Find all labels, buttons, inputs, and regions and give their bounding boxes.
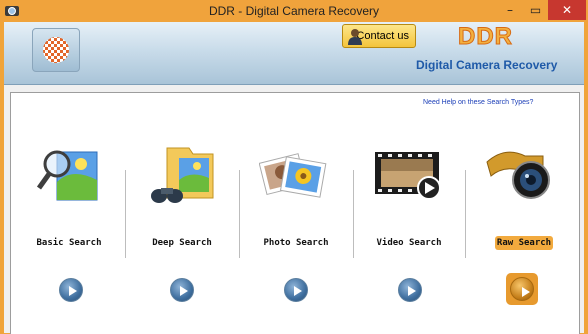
basic-search-play-button[interactable]	[57, 276, 85, 304]
help-link[interactable]: Need Help on these Search Types?	[423, 99, 533, 106]
deep-search-play-button[interactable]	[168, 276, 196, 304]
play-circle-icon	[510, 277, 534, 301]
divider	[353, 170, 354, 258]
play-circle-icon	[398, 278, 422, 302]
divider	[125, 170, 126, 258]
deep-search-label[interactable]: Deep Search	[128, 238, 236, 248]
maximize-button[interactable]: ▭	[523, 0, 548, 20]
divider	[239, 170, 240, 258]
logo	[32, 28, 80, 72]
play-circle-icon	[284, 278, 308, 302]
logo-icon	[43, 37, 69, 63]
brand-logo-text: DDR	[458, 23, 513, 51]
film-strip-icon[interactable]	[373, 142, 441, 208]
magnifier-photo-icon[interactable]	[37, 142, 105, 208]
photo-search-label[interactable]: Photo Search	[242, 238, 350, 248]
raw-search-label[interactable]: Raw Search	[495, 236, 553, 250]
raw-search-play-button[interactable]	[506, 273, 538, 305]
product-name: Digital Camera Recovery	[416, 58, 558, 72]
contact-us-button[interactable]: Contact us	[342, 24, 416, 48]
title-bar: DDR - Digital Camera Recovery – ▭ ✕	[0, 0, 588, 22]
minimize-button[interactable]: –	[497, 0, 523, 20]
person-icon	[348, 29, 362, 45]
photos-icon[interactable]	[259, 142, 327, 208]
binoculars-folder-icon[interactable]	[149, 142, 217, 208]
divider	[465, 170, 466, 258]
close-button[interactable]: ✕	[548, 0, 586, 20]
basic-search-label[interactable]: Basic Search	[15, 238, 123, 248]
photo-search-play-button[interactable]	[282, 276, 310, 304]
video-search-play-button[interactable]	[396, 276, 424, 304]
play-circle-icon	[170, 278, 194, 302]
main-area: Need Help on these Search Types? Basic S…	[4, 85, 584, 334]
search-types-panel: Need Help on these Search Types? Basic S…	[10, 92, 580, 334]
contact-us-label: Contact us	[356, 30, 409, 42]
video-search-label[interactable]: Video Search	[355, 238, 463, 248]
camera-lens-film-icon[interactable]	[485, 142, 553, 208]
app-header: Contact us DDR Digital Camera Recovery	[4, 22, 584, 85]
play-circle-icon	[59, 278, 83, 302]
